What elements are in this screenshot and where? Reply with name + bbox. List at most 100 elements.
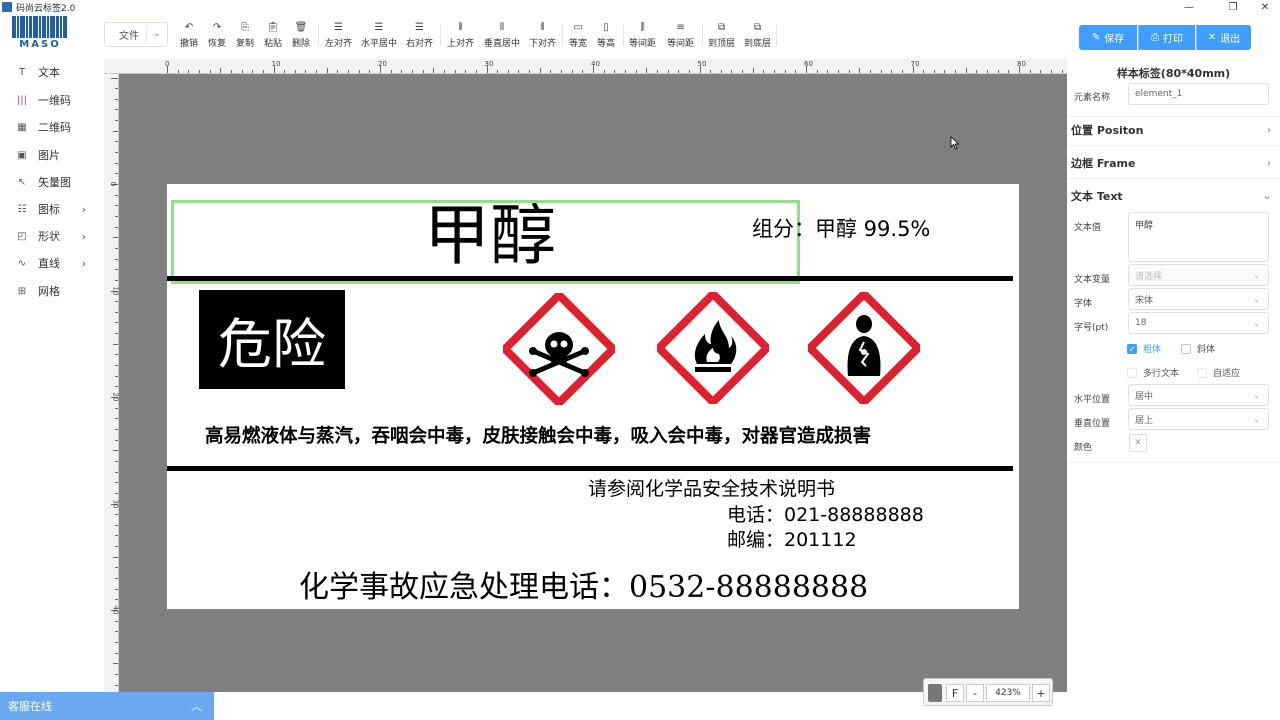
customer-service-bar[interactable]: 客服在线 ︿ bbox=[0, 692, 214, 720]
sidebar-item-shape[interactable]: ◰ 形状 › bbox=[16, 227, 96, 245]
text-value-input[interactable]: 甲醇 bbox=[1128, 212, 1269, 262]
valign-select[interactable]: 居上 ⌄ bbox=[1128, 408, 1269, 430]
ruler-tick bbox=[115, 428, 118, 430]
exit-button[interactable]: ✕ 退出 bbox=[1196, 25, 1251, 50]
skull-crossbones-icon[interactable] bbox=[503, 293, 615, 405]
minimize-icon[interactable]: — bbox=[1174, 0, 1204, 14]
align-hcenter-button[interactable]: ☰ 水平居中 bbox=[361, 22, 397, 50]
section-text[interactable]: 文本 Text ⌄ bbox=[1071, 185, 1275, 207]
italic-checkbox[interactable]: 斜体 bbox=[1181, 342, 1215, 355]
align-middle-icon: ⫴ bbox=[499, 22, 505, 33]
ruler-tick bbox=[731, 70, 733, 73]
selection-box[interactable] bbox=[171, 200, 800, 284]
ruler-tick bbox=[859, 68, 861, 73]
zoom-level[interactable]: 423% bbox=[986, 684, 1030, 702]
label-phone[interactable]: 电话：021-88888888 bbox=[727, 500, 924, 527]
sidebar-item-icons[interactable]: ☷ 图标 › bbox=[16, 200, 96, 218]
zoom-in-button[interactable]: + bbox=[1032, 684, 1050, 702]
align-bottom-icon: ⫴ bbox=[540, 22, 545, 33]
halign-select[interactable]: 居中 ⌄ bbox=[1128, 384, 1269, 406]
label-component[interactable]: 组分：甲醇 99.5% bbox=[752, 213, 930, 243]
delete-button[interactable]: 🗑︎ 删除 bbox=[292, 22, 310, 50]
line-icon: ∿ bbox=[17, 257, 27, 269]
ruler-tick bbox=[115, 418, 118, 420]
sidebar-item-barcode[interactable]: ||| 一维码 bbox=[16, 91, 96, 109]
sidebar-item-text[interactable]: T 文本 bbox=[16, 63, 96, 81]
align-right-button[interactable]: ☰ 右对齐 bbox=[406, 22, 433, 50]
ruler-tick bbox=[763, 70, 765, 73]
ruler-tick bbox=[529, 70, 531, 73]
paste-button[interactable]: 📋︎ 粘贴 bbox=[264, 22, 282, 50]
label-emergency-phone[interactable]: 化学事故应急处理电话：0532-88888888 bbox=[299, 562, 868, 606]
ruler-tick bbox=[115, 301, 118, 303]
chevron-down-icon: ⌄ bbox=[1253, 318, 1260, 328]
font-size-select[interactable]: 18 ⌄ bbox=[1128, 312, 1269, 334]
restore-icon[interactable]: ❐ bbox=[1218, 0, 1248, 14]
same-width-icon: ▭ bbox=[573, 22, 583, 33]
color-picker[interactable]: ✕ bbox=[1129, 434, 1147, 452]
ruler-tick bbox=[571, 70, 573, 73]
same-width-button[interactable]: ▭ 等宽 bbox=[569, 22, 587, 50]
logo-text: MASO bbox=[19, 39, 61, 50]
ruler-tick bbox=[115, 322, 118, 324]
ruler-tick bbox=[115, 279, 118, 281]
ruler-tick bbox=[465, 70, 467, 73]
ruler-tick bbox=[401, 70, 403, 73]
multiline-checkbox[interactable]: 多行文本 bbox=[1127, 366, 1179, 379]
redo-button[interactable]: ↷ 恢复 bbox=[208, 22, 226, 50]
bring-front-button[interactable]: ⧉ 到顶层 bbox=[708, 22, 735, 50]
align-bottom-button[interactable]: ⫴ 下对齐 bbox=[529, 22, 556, 50]
autofit-checkbox[interactable]: 自适应 bbox=[1197, 366, 1240, 379]
label-divider-bottom[interactable] bbox=[167, 466, 1013, 471]
file-menu[interactable]: 文件 ⌄ bbox=[104, 22, 168, 47]
equal-vspace-button[interactable]: ≡ 等间距 bbox=[667, 22, 694, 50]
health-hazard-icon[interactable] bbox=[808, 292, 920, 404]
hazard-statement[interactable]: 高易燃液体与蒸汽，吞咽会中毒，皮肤接触会中毒，吸入会中毒，对器官造成损害 bbox=[205, 422, 871, 448]
sidebar-item-image[interactable]: ▣ 图片 bbox=[16, 146, 96, 164]
ruler-tick bbox=[923, 70, 925, 73]
app-title: 码尚云标签2.0 bbox=[16, 3, 76, 14]
sidebar-item-line[interactable]: ∿ 直线 › bbox=[16, 254, 96, 272]
mouse-cursor-icon bbox=[950, 136, 960, 150]
zoom-handle[interactable] bbox=[928, 684, 942, 702]
section-frame[interactable]: 边框 Frame › bbox=[1071, 152, 1275, 174]
text-var-select[interactable]: 请选择 ⌄ bbox=[1128, 264, 1269, 286]
align-top-button[interactable]: ⫴ 上对齐 bbox=[447, 22, 474, 50]
ruler-tick bbox=[326, 68, 328, 73]
sidebar-item-vector[interactable]: ↖ 矢量图 bbox=[16, 173, 96, 191]
zoom-out-button[interactable]: - bbox=[966, 684, 984, 702]
ruler-tick bbox=[997, 70, 999, 73]
label-refer-msds[interactable]: 请参阅化学品安全技术说明书 bbox=[588, 474, 835, 501]
ruler-tick bbox=[294, 70, 296, 73]
zoom-fit-button[interactable]: F bbox=[946, 684, 964, 702]
bold-checkbox[interactable]: ✓ 粗体 bbox=[1127, 342, 1161, 355]
print-button[interactable]: ⎙ 打印 bbox=[1138, 25, 1195, 50]
close-icon[interactable]: ✕ bbox=[1250, 0, 1280, 14]
font-select[interactable]: 宋体 ⌄ bbox=[1128, 288, 1269, 310]
same-height-button[interactable]: ▯ 等高 bbox=[597, 22, 615, 50]
section-position[interactable]: 位置 Positon › bbox=[1071, 119, 1275, 141]
send-back-button[interactable]: ⧉ 到底层 bbox=[744, 22, 771, 50]
ruler-tick bbox=[411, 70, 413, 73]
maso-logo: MASO bbox=[12, 16, 68, 50]
label-postal[interactable]: 邮编：201112 bbox=[727, 525, 857, 552]
ruler-label: 80 bbox=[1017, 60, 1026, 68]
sidebar-item-grid[interactable]: ⊞ 网格 bbox=[16, 282, 96, 300]
element-name-input[interactable]: element_1 bbox=[1128, 83, 1269, 105]
equal-hspace-button[interactable]: ⫼ 等间距 bbox=[629, 22, 656, 50]
ruler-tick bbox=[115, 258, 118, 260]
ruler-tick bbox=[369, 70, 371, 73]
copy-icon: ⎘ bbox=[241, 22, 249, 33]
danger-signal[interactable]: 危险 bbox=[199, 290, 345, 389]
undo-button[interactable]: ↶ 撤销 bbox=[180, 22, 198, 50]
flame-icon[interactable] bbox=[657, 292, 769, 404]
ruler-tick bbox=[115, 524, 118, 526]
copy-button[interactable]: ⎘ 复制 bbox=[236, 22, 254, 50]
ruler-tick bbox=[774, 70, 776, 73]
label-divider-top[interactable] bbox=[167, 276, 1013, 281]
sidebar-item-qrcode[interactable]: ▦ 二维码 bbox=[16, 118, 96, 136]
ruler-tick bbox=[678, 70, 680, 73]
align-left-button[interactable]: ☰ 左对齐 bbox=[325, 22, 352, 50]
align-vcenter-button[interactable]: ⫴ 垂直居中 bbox=[484, 22, 520, 50]
save-button[interactable]: ✎ 保存 bbox=[1079, 25, 1137, 50]
